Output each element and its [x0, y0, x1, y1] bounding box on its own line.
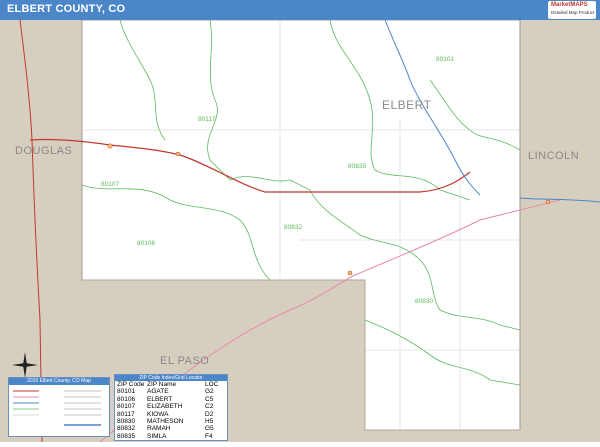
- zip-loc: F4: [205, 432, 213, 440]
- table-row: 80835 SIMLA F4: [115, 433, 227, 440]
- county-label-douglas: DOUGLAS: [15, 145, 73, 157]
- zip-label-80106: 80106: [137, 240, 156, 247]
- table-row: 80117 KIOWA D2: [115, 411, 227, 418]
- map-title: ELBERT COUNTY, CO: [7, 3, 126, 15]
- zip-code: 80117: [117, 410, 135, 418]
- town-elizabeth: [107, 143, 113, 149]
- zip-label-80117: 80117: [198, 116, 216, 123]
- zip-label-80832: 80832: [284, 224, 303, 231]
- map-legend: 2016 Elbert County, CO Map: [8, 377, 110, 437]
- zip-index: ZIP Code Index/Grid Locator ZIP Code ZIP…: [114, 374, 228, 441]
- county-label-el-paso: EL PASO: [160, 355, 210, 367]
- zip-label-80830: 80830: [415, 298, 434, 305]
- table-row: 80107 ELIZABETH C2: [115, 403, 227, 410]
- zip-loc: G2: [205, 388, 214, 396]
- town-ramah: [347, 270, 353, 276]
- county-label-lincoln: LINCOLN: [528, 150, 580, 162]
- zip-name: RAMAH: [147, 425, 171, 433]
- zip-name: KIOWA: [147, 410, 169, 418]
- legend-symbols: [13, 390, 101, 426]
- zip-header-name: ZIP Name: [147, 381, 177, 388]
- brand-logo: MarketMAPS Detailed Map Product: [548, 1, 596, 19]
- town-kiowa: [175, 151, 181, 157]
- zip-loc: C2: [205, 403, 214, 411]
- legend-title: 2016 Elbert County, CO Map: [9, 378, 109, 385]
- zip-index-header: ZIP Code ZIP Name LOC: [115, 381, 227, 388]
- zip-code: 80107: [117, 403, 136, 411]
- zip-header-loc: LOC: [205, 381, 219, 388]
- zip-header-code: ZIP Code: [117, 381, 145, 388]
- zip-code: 80830: [117, 418, 136, 426]
- zip-code: 80106: [117, 395, 136, 403]
- zip-index-table: ZIP Code ZIP Name LOC 80101 AGATE G2 801…: [115, 381, 227, 440]
- zip-label-80835: 80835: [348, 163, 367, 170]
- table-row: 80832 RAMAH G5: [115, 425, 227, 432]
- zip-name: MATHESON: [147, 418, 184, 426]
- zip-code: 80101: [117, 388, 136, 396]
- logo-subtitle: Detailed Map Product: [551, 10, 595, 15]
- logo-name: MarketMAPS: [551, 2, 588, 8]
- zip-code: 80835: [117, 432, 136, 440]
- county-label-elbert: ELBERT: [382, 98, 432, 112]
- zip-loc: C5: [205, 395, 214, 403]
- table-row: 80830 MATHESON H5: [115, 418, 227, 425]
- zip-label-80107: 80107: [101, 181, 120, 188]
- table-row: 80101 AGATE G2: [115, 388, 227, 395]
- zip-label-80101: 80101: [436, 56, 455, 63]
- town-limon: [545, 199, 551, 205]
- zip-name: SIMLA: [147, 432, 167, 440]
- zip-loc: G5: [205, 425, 214, 433]
- zip-name: AGATE: [147, 388, 169, 396]
- zip-loc: D2: [205, 410, 214, 418]
- table-row: 80106 ELBERT C5: [115, 396, 227, 403]
- title-bar: ELBERT COUNTY, CO MarketMAPS Detailed Ma…: [0, 0, 600, 20]
- zip-loc: H5: [205, 418, 214, 426]
- zip-code: 80832: [117, 425, 136, 433]
- zip-name: ELBERT: [147, 395, 173, 403]
- zip-name: ELIZABETH: [147, 403, 183, 411]
